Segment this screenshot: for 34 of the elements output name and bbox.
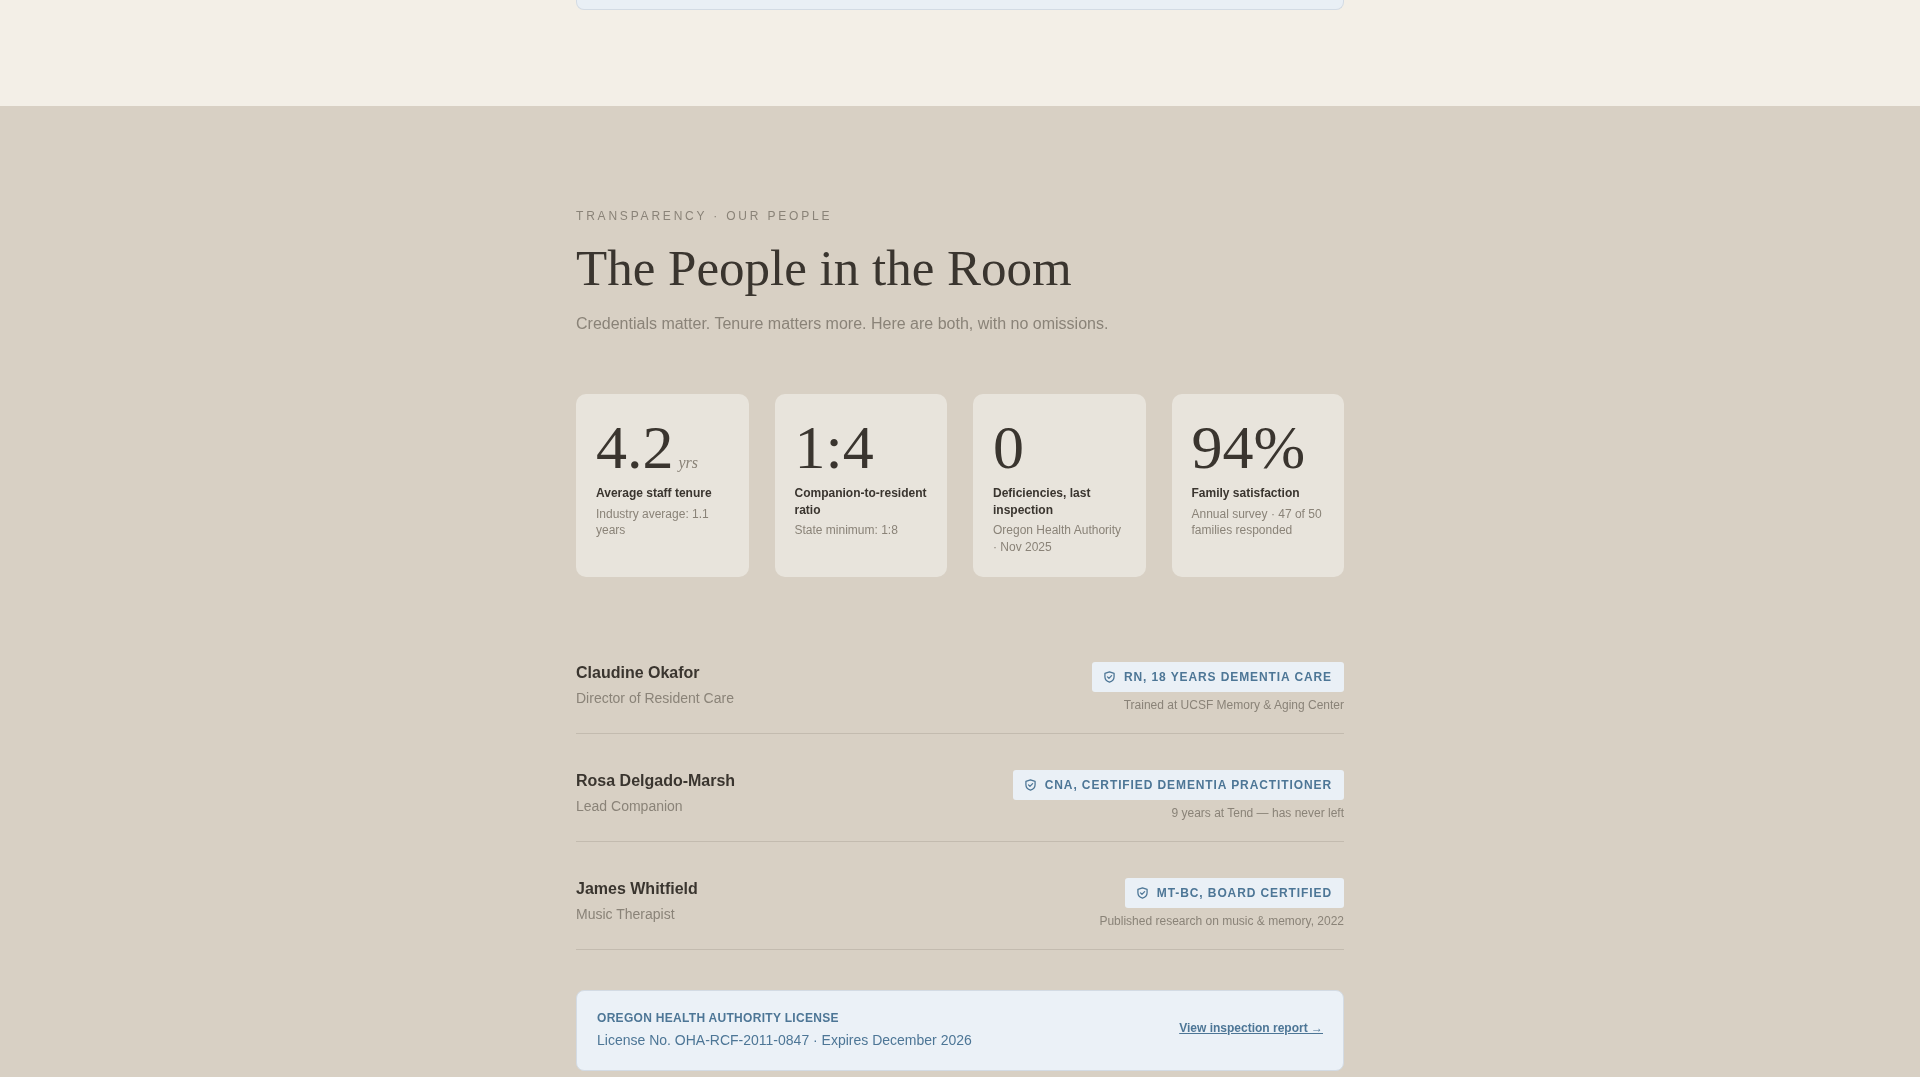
section-eyebrow: TRANSPARENCY · OUR PEOPLE bbox=[576, 208, 834, 224]
stat-label: Companion-to-resident ratio bbox=[794, 485, 927, 518]
stat-label: Average staff tenure bbox=[596, 485, 713, 502]
stat-note: Industry average: 1.1 years bbox=[596, 505, 710, 539]
stat-note: Annual survey · 47 of 50 families responded bbox=[1191, 505, 1323, 539]
shield-check-icon bbox=[1024, 779, 1036, 791]
stat-note: Oregon Health Authority · Nov 2025 bbox=[993, 522, 1123, 555]
stat-value: 1:4 bbox=[794, 416, 874, 478]
credential-note: 9 years at Tend — has never left bbox=[1171, 805, 1344, 821]
stat-value: 0 bbox=[993, 416, 1024, 478]
section-title: The People in the Room bbox=[576, 240, 1073, 297]
staff-role: Lead Companion bbox=[576, 797, 684, 816]
license-heading: OREGON HEALTH AUTHORITY LICENSE bbox=[597, 1010, 840, 1026]
staff-role: Director of Resident Care bbox=[576, 689, 734, 708]
shield-check-icon bbox=[1136, 887, 1148, 899]
credential-text: RN, 18 YEARS DEMENTIA CARE bbox=[1123, 670, 1332, 684]
staff-name: Claudine Okafor bbox=[576, 663, 701, 683]
shield-check-icon bbox=[1103, 671, 1115, 683]
credential-text: MT-BC, BOARD CERTIFIED bbox=[1156, 886, 1332, 900]
staff-name: Rosa Delgado-Marsh bbox=[576, 771, 736, 791]
staff-role: Music Therapist bbox=[576, 905, 676, 924]
stat-label: Family satisfaction bbox=[1191, 485, 1301, 502]
stat-unit: yrs bbox=[678, 454, 699, 472]
license-detail: License No. OHA-RCF-2011-0847 · Expires December 2026 bbox=[597, 1031, 972, 1050]
credential-text: CNA, CERTIFIED DEMENTIA PRACTITIONER bbox=[1044, 778, 1332, 792]
staff-name: James Whitfield bbox=[576, 879, 698, 899]
credential-note: Trained at UCSF Memory & Aging Center bbox=[1123, 697, 1344, 713]
stat-value: 94% bbox=[1191, 416, 1306, 478]
stat-label: Deficiencies, last inspection bbox=[993, 485, 1092, 518]
inspection-report-link[interactable]: View inspection report → bbox=[1179, 1021, 1323, 1035]
section-subtitle: Credentials matter. Tenure matters more. Here are both, with no omissions. bbox=[576, 314, 1110, 334]
credential-note: Published research on music & memory, 2022 bbox=[1099, 913, 1344, 929]
stat-note: State minimum: 1:8 bbox=[794, 522, 899, 539]
stat-value: 4.2 bbox=[596, 416, 674, 478]
